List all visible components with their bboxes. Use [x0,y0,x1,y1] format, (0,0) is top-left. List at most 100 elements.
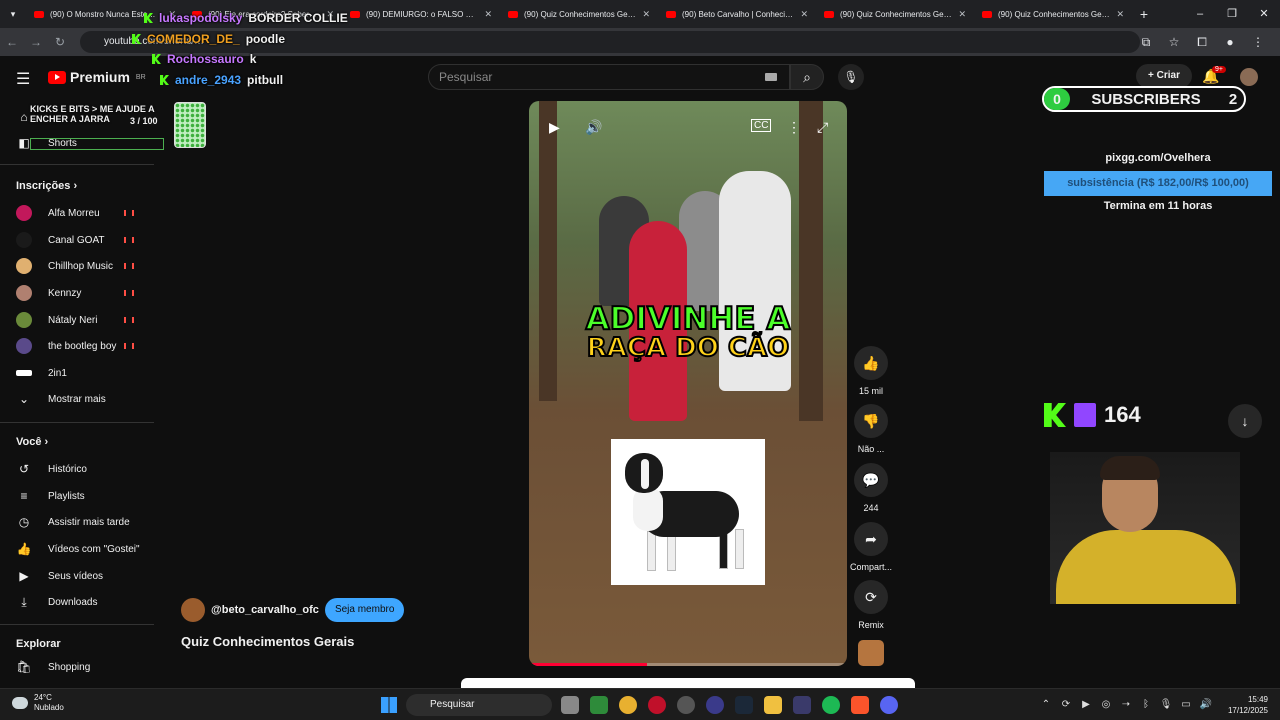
back-icon[interactable]: ← [0,35,24,49]
more-options-icon[interactable]: ⋮ [787,119,801,136]
discord-icon[interactable] [880,696,898,714]
search-button[interactable]: ⌕ [790,64,824,90]
file-explorer-icon[interactable] [764,696,782,714]
sidebar-item-liked[interactable]: 👍 Vídeos com "Gostei" [0,536,154,562]
fullscreen-icon[interactable]: ⤢ [817,119,828,136]
close-tab-icon[interactable]: ✕ [800,9,808,20]
brave-icon[interactable] [851,696,869,714]
dislike-button[interactable]: 👎 Não ... [852,404,890,454]
close-tab-icon[interactable]: ✕ [484,9,492,20]
new-tab-icon[interactable]: + [1132,6,1156,22]
video-icon: ▶ [19,569,29,583]
browser-tab[interactable]: (90) DEMIURGO: o FALSO DEUS…✕ [342,0,500,28]
voice-search-button[interactable]: 🎙 [838,64,864,90]
sidebar-item-playlists[interactable]: ≡ Playlists [0,483,154,509]
profile-icon[interactable]: ● [1216,28,1244,56]
clock-icon: ◷ [18,515,30,529]
opera-icon[interactable] [648,696,666,714]
app-icon[interactable] [590,696,608,714]
sidebar-channel[interactable]: Canal GOAT [0,227,154,253]
sidebar-channel[interactable]: Nátaly Neri [0,307,154,333]
weather-widget[interactable]: 24°C Nublado [12,693,64,713]
browser-tab[interactable]: (90) Quiz Conhecimentos Gerais ✕ [500,0,658,28]
spotify-icon[interactable] [822,696,840,714]
tray-icon[interactable]: ▶ [1076,689,1096,720]
close-tab-icon[interactable]: ✕ [958,9,966,20]
youtube-favicon-icon [350,10,360,18]
app-icon[interactable] [793,696,811,714]
remix-button[interactable]: ⟳ Remix [852,580,890,630]
video-progress-bar[interactable] [529,663,847,666]
chevron-up-icon[interactable]: ⌃ [1036,689,1056,720]
sidebar-item-downloads[interactable]: ⤓ Downloads [0,589,154,615]
install-app-icon[interactable]: ⧉ [1132,28,1160,56]
youtube-premium-logo[interactable]: Premium BR [48,69,146,85]
tray-icon[interactable]: ⟳ [1056,689,1076,720]
pix-ends-text: Termina em 11 horas [1103,200,1213,212]
volume-icon[interactable]: 🔊 [585,119,602,136]
you-heading[interactable]: Você › [16,436,48,448]
forward-icon[interactable]: → [24,35,48,49]
bookmark-star-icon[interactable]: ☆ [1160,28,1188,56]
browser-tab[interactable]: (90) Quiz Conhecimentos Gerais ✕ [816,0,974,28]
chrome-icon[interactable] [619,696,637,714]
task-view-icon[interactable] [561,696,579,714]
search-input[interactable]: Pesquisar [428,64,790,90]
maximize-icon[interactable]: ❐ [1216,0,1248,28]
pix-goal-bar: subsistência (R$ 182,00/R$ 100,00) [1044,171,1272,196]
play-icon[interactable]: ▶ [549,119,560,136]
live-indicator-icon [124,237,134,243]
download-icon: ⤓ [21,594,27,609]
sidebar-channel[interactable]: Alfa Morreu [0,200,154,226]
volume-icon[interactable]: 🔊 [1196,689,1216,720]
sidebar-item-watch-later[interactable]: ◷ Assistir mais tarde [0,509,154,535]
bluetooth-icon[interactable]: ᛒ [1136,689,1156,720]
tray-icon[interactable]: ➝ [1116,689,1136,720]
like-button[interactable]: 👍 15 mil [852,346,890,396]
taskbar-search[interactable]: Pesquisar [406,694,552,716]
channel-name[interactable]: @beto_carvalho_ofc [211,604,319,616]
account-avatar[interactable] [1240,68,1258,86]
reload-icon[interactable]: ↻ [48,35,72,49]
channel-avatar[interactable] [181,598,205,622]
captions-icon[interactable]: CC [751,119,772,132]
sidebar-channel[interactable]: 2in1 [0,360,154,386]
sidebar-item-history[interactable]: ↺ Histórico [0,456,154,482]
channel-avatar [16,205,32,221]
steam-icon[interactable] [735,696,753,714]
close-tab-icon[interactable]: ✕ [642,9,650,20]
tab-search-dropdown-icon[interactable]: ▾ [0,9,26,20]
keyboard-icon[interactable] [765,73,777,81]
tray-icon[interactable]: ◎ [1096,689,1116,720]
browser-tab[interactable]: (90) Beto Carvalho | Conhecim… ✕ [658,0,816,28]
channel-avatar[interactable] [858,640,884,666]
network-icon[interactable]: ▭ [1176,689,1196,720]
sidebar-item-shopping[interactable]: 🛍 Shopping [0,654,154,680]
subscriptions-heading[interactable]: Inscrições › [16,180,77,192]
sidebar-channel[interactable]: the bootleg boy [0,333,154,359]
chat-message: COMEDOR_DE_ poodle [132,32,285,46]
shorts-player[interactable]: ▶ 🔊 CC ⋮ ⤢ ADIVINHE A RAÇA DO CÃO [529,101,847,666]
comments-button[interactable]: 💬 244 [852,463,890,513]
taskbar-clock[interactable]: 15:49 17/12/2025 [1228,694,1268,716]
chevron-down-icon: ⌄ [18,392,30,406]
app-icon[interactable] [706,696,724,714]
minimize-icon[interactable]: – [1184,0,1216,28]
windows-start-icon[interactable] [381,697,397,713]
join-button[interactable]: Seja membro [324,598,405,622]
sidebar-item-your-videos[interactable]: ▶ Seus vídeos [0,563,154,589]
sidebar-channel[interactable]: Kennzy [0,280,154,306]
close-window-icon[interactable]: ✕ [1248,0,1280,28]
browser-tab-active[interactable]: (90) Quiz Conhecimentos Gerais ✕ [974,0,1132,28]
create-button[interactable]: + Criar [1136,64,1192,88]
show-more-button[interactable]: ⌄ Mostrar mais [0,386,154,412]
microphone-icon[interactable]: 🎙 [1156,689,1176,720]
extensions-icon[interactable]: ⧠ [1188,28,1216,56]
next-short-button[interactable]: ↓ [1228,404,1262,438]
browser-menu-icon[interactable]: ⋮ [1244,28,1272,56]
share-button[interactable]: ➦ Compart... [849,522,893,572]
sidebar-channel[interactable]: Chillhop Music [0,253,154,279]
hamburger-menu-icon[interactable]: ☰ [16,69,30,89]
app-icon[interactable] [677,696,695,714]
close-tab-icon[interactable]: ✕ [1116,9,1124,20]
